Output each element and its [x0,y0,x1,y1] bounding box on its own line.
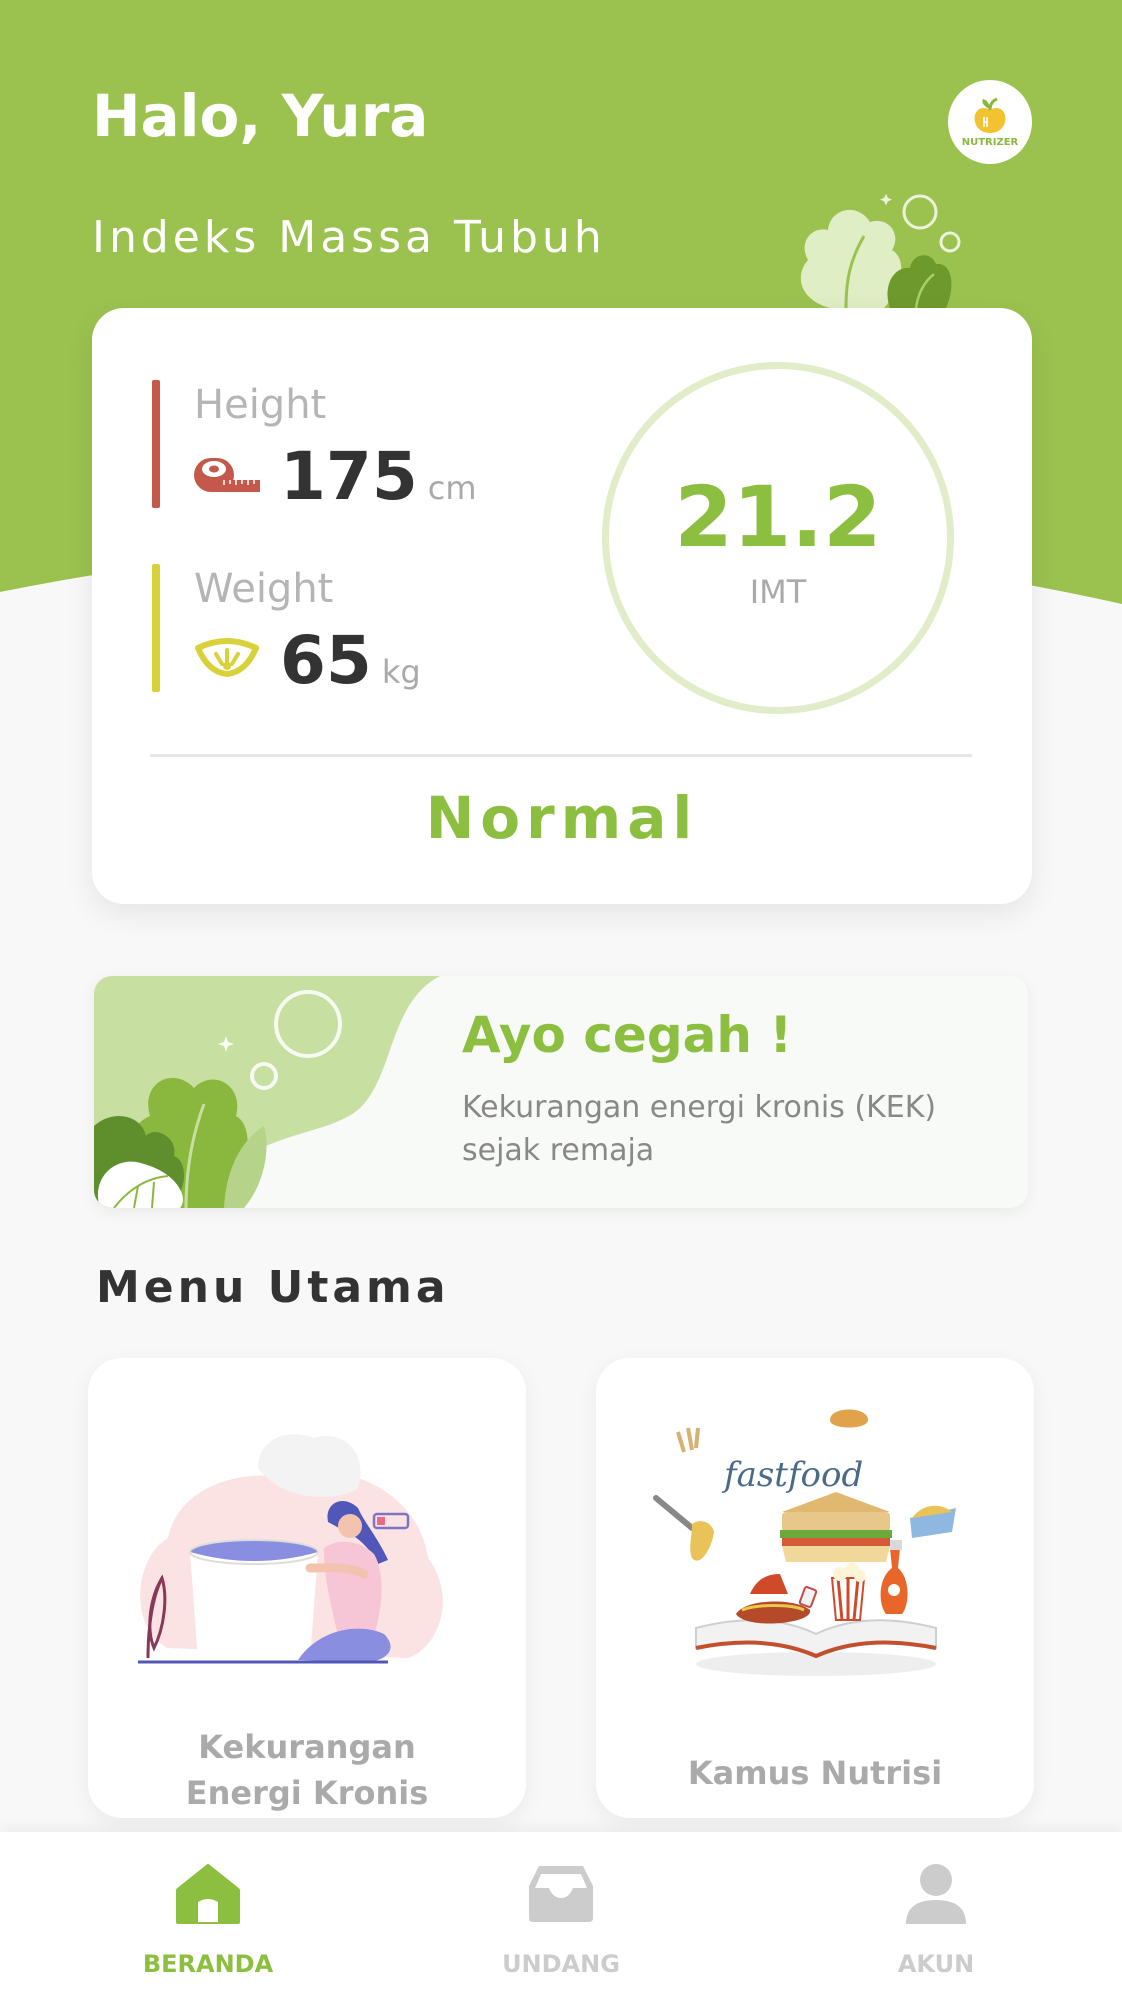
tired-woman-illustration [138,1434,443,1669]
fastfood-illustration: fastfood [653,1409,956,1676]
menu-title: Menu Utama [96,1262,450,1313]
user-icon [906,1864,966,1924]
prevention-banner[interactable]: Ayo cegah ! Kekurangan energi kronis (KE… [94,976,1028,1208]
inbox-icon [529,1866,593,1922]
bmi-card[interactable]: Height 175 cm Weight 65 kg 21.2 IMT Normal [92,308,1032,904]
apple-logo-icon [974,97,1006,133]
card-divider [150,754,972,757]
height-value: 175 [280,438,418,515]
nav-item-undang[interactable]: UNDANG [461,1832,661,1995]
bmi-gauge: 21.2 IMT [602,362,954,714]
section-title: Indeks Massa Tubuh [92,212,606,263]
menu-label-kek: Kekurangan Energi Kronis [88,1724,526,1816]
bmi-status: Normal [425,784,699,852]
height-label: Height [194,382,327,428]
fastfood-text: fastfood [721,1455,863,1495]
menu-label-kek-line1: Kekurangan [198,1728,416,1766]
nav-label-akun: AKUN [897,1950,975,1978]
home-icon [176,1864,240,1924]
menu-card-nutrition-dictionary[interactable]: fastfood Kamus Nutrisi [596,1358,1034,1818]
bmi-unit: IMT [749,573,807,611]
nav-item-akun[interactable]: AKUN [836,1832,1036,1995]
nav-item-beranda[interactable]: BERANDA [108,1832,308,1995]
weight-unit: kg [381,653,421,691]
banner-subtitle: Kekurangan energi kronis (KEK) sejak rem… [462,1090,937,1168]
leaves-decoration [800,193,961,308]
menu-card-kek[interactable]: Kekurangan Energi Kronis [88,1358,526,1818]
height-indicator-bar [152,380,160,508]
bmi-value: 21.2 [674,468,882,566]
banner-leaves-illustration [94,976,440,1208]
nav-label-beranda: BERANDA [142,1950,274,1978]
bottom-navigation: BERANDA UNDANG AKUN [0,1832,1122,1995]
weight-indicator-bar [152,564,160,692]
scale-icon [195,638,259,677]
weight-value-row: 65 kg [280,622,421,699]
height-value-row: 175 cm [280,438,477,515]
weight-value: 65 [280,622,372,699]
nav-label-undang: UNDANG [502,1950,620,1978]
app-logo[interactable]: NUTRIZER [948,80,1032,164]
tape-measure-icon [194,458,260,492]
height-unit: cm [427,469,477,507]
weight-label: Weight [194,566,334,612]
menu-label-kek-line2: Energi Kronis [185,1774,429,1812]
menu-label-nutrition-dictionary: Kamus Nutrisi [687,1754,943,1792]
greeting-title: Halo, Yura [92,82,429,150]
logo-text: NUTRIZER [961,136,1019,148]
banner-title: Ayo cegah ! [462,1006,793,1064]
